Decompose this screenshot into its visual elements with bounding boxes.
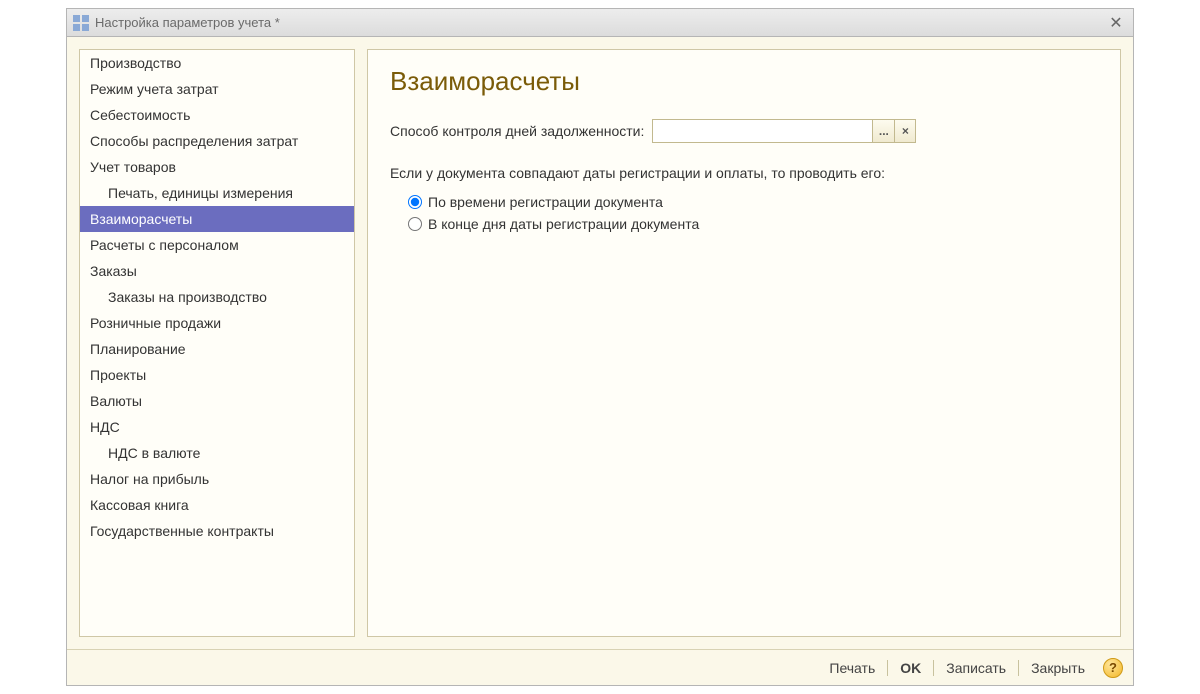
sidebar-item[interactable]: Валюты — [80, 388, 354, 414]
sidebar-item[interactable]: НДС в валюте — [80, 440, 354, 466]
sidebar-item[interactable]: Государственные контракты — [80, 518, 354, 544]
page-title: Взаиморасчеты — [390, 66, 1098, 97]
main-panel: Взаиморасчеты Способ контроля дней задол… — [367, 49, 1121, 637]
debt-control-input[interactable] — [652, 119, 872, 143]
sidebar-item[interactable]: Налог на прибыль — [80, 466, 354, 492]
sidebar-item[interactable]: НДС — [80, 414, 354, 440]
radio-label-2: В конце дня даты регистрации документа — [428, 216, 699, 232]
window-title: Настройка параметров учета * — [95, 15, 280, 30]
close-button[interactable]: Закрыть — [1021, 657, 1095, 679]
field-label: Способ контроля дней задолженности: — [390, 123, 644, 139]
sidebar-item[interactable]: Заказы — [80, 258, 354, 284]
select-button[interactable]: ... — [872, 119, 894, 143]
separator — [887, 660, 888, 676]
radio-end-of-day[interactable]: В конце дня даты регистрации документа — [390, 213, 1098, 235]
clear-button[interactable]: × — [894, 119, 916, 143]
print-button[interactable]: Печать — [819, 657, 885, 679]
content-area: ПроизводствоРежим учета затратСебестоимо… — [67, 37, 1133, 649]
separator — [1018, 660, 1019, 676]
save-button[interactable]: Записать — [936, 657, 1016, 679]
sidebar-item[interactable]: Печать, единицы измерения — [80, 180, 354, 206]
sidebar-item[interactable]: Взаиморасчеты — [80, 206, 354, 232]
ok-button[interactable]: OK — [890, 657, 931, 679]
sidebar-item[interactable]: Розничные продажи — [80, 310, 354, 336]
debt-control-input-group: ... × — [652, 119, 916, 143]
sidebar-item[interactable]: Планирование — [80, 336, 354, 362]
sidebar-item[interactable]: Кассовая книга — [80, 492, 354, 518]
sidebar-item[interactable]: Проекты — [80, 362, 354, 388]
sidebar-item[interactable]: Заказы на производство — [80, 284, 354, 310]
separator — [933, 660, 934, 676]
sidebar: ПроизводствоРежим учета затратСебестоимо… — [79, 49, 355, 637]
radio-label-1: По времени регистрации документа — [428, 194, 663, 210]
debt-control-row: Способ контроля дней задолженности: ... … — [390, 119, 1098, 143]
footer: Печать OK Записать Закрыть ? — [67, 649, 1133, 685]
help-icon[interactable]: ? — [1103, 658, 1123, 678]
sidebar-item[interactable]: Себестоимость — [80, 102, 354, 128]
sidebar-item[interactable]: Производство — [80, 50, 354, 76]
titlebar: Настройка параметров учета * ✕ — [67, 9, 1133, 37]
close-icon[interactable]: ✕ — [1105, 13, 1127, 33]
radio-group-label: Если у документа совпадают даты регистра… — [390, 165, 1098, 181]
app-icon — [73, 15, 89, 31]
sidebar-item[interactable]: Способы распределения затрат — [80, 128, 354, 154]
radio-input-2[interactable] — [408, 217, 422, 231]
radio-input-1[interactable] — [408, 195, 422, 209]
sidebar-item[interactable]: Режим учета затрат — [80, 76, 354, 102]
radio-by-registration-time[interactable]: По времени регистрации документа — [390, 191, 1098, 213]
sidebar-item[interactable]: Учет товаров — [80, 154, 354, 180]
settings-window: Настройка параметров учета * ✕ Производс… — [66, 8, 1134, 686]
sidebar-item[interactable]: Расчеты с персоналом — [80, 232, 354, 258]
